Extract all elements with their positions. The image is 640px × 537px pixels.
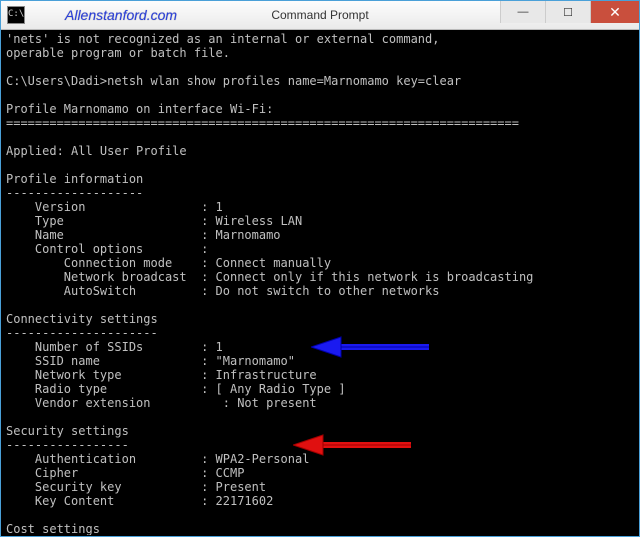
window-controls: — ☐ ✕ [500, 1, 639, 29]
app-icon: C:\ [7, 6, 25, 24]
close-button[interactable]: ✕ [590, 1, 639, 23]
maximize-icon: ☐ [563, 6, 573, 19]
minimize-button[interactable]: — [500, 1, 545, 23]
minimize-icon: — [518, 6, 529, 18]
command-prompt-window: C:\ Command Prompt — ☐ ✕ 'nets' is not r… [0, 0, 640, 537]
titlebar[interactable]: C:\ Command Prompt — ☐ ✕ [1, 1, 639, 30]
maximize-button[interactable]: ☐ [545, 1, 590, 23]
terminal-output[interactable]: 'nets' is not recognized as an internal … [2, 30, 638, 535]
close-icon: ✕ [609, 5, 621, 19]
